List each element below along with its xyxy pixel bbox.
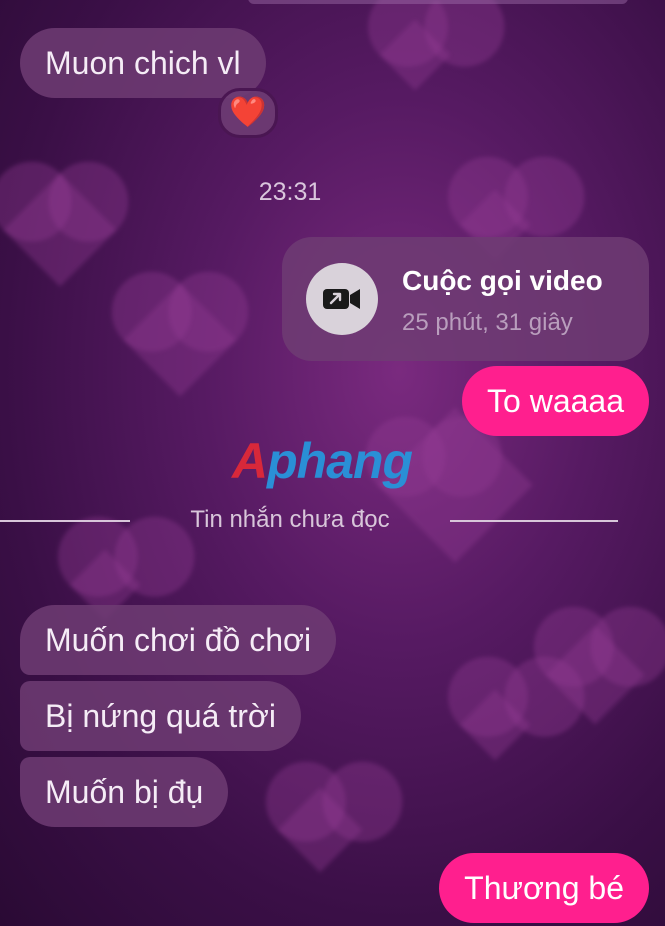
message-text: Muon chich vl (45, 45, 241, 81)
message-text: Bị nứng quá trời (45, 698, 276, 734)
divider-line (450, 520, 618, 522)
incoming-message[interactable]: Muốn bị đụ (20, 757, 229, 827)
message-text: Thương bé (464, 869, 624, 906)
message-text: Muốn chơi đồ chơi (45, 622, 312, 658)
message-text: Muốn bị đụ (45, 774, 204, 810)
incoming-message[interactable]: Muốn chơi đồ chơi (20, 605, 337, 675)
outgoing-message[interactable]: To waaaa (462, 366, 649, 436)
call-title: Cuộc gọi video (402, 265, 603, 296)
background-heart-icon (123, 283, 237, 397)
previous-bubble-edge (248, 0, 628, 4)
watermark-first-letter: A (232, 433, 268, 489)
unread-divider-label: Tin nhắn chưa đọc (190, 506, 390, 533)
chat-screen: Muon chich vl ❤️ 23:31 Cuộc gọi video 25… (0, 0, 665, 926)
incoming-message[interactable]: Muon chich vl (20, 28, 266, 98)
background-heart-icon (459, 689, 531, 761)
call-duration: 25 phút, 31 giây (402, 309, 573, 336)
background-heart-icon (277, 787, 363, 873)
unread-divider: Tin nhắn chưa đọc (0, 506, 620, 536)
outgoing-message[interactable]: Thương bé (439, 853, 649, 923)
heart-reaction-icon[interactable]: ❤️ (218, 88, 278, 138)
message-timestamp: 23:31 (258, 178, 322, 206)
video-call-card[interactable]: Cuộc gọi video 25 phút, 31 giây (282, 237, 649, 361)
reaction-emoji: ❤️ (229, 96, 267, 129)
background-heart-icon (379, 19, 451, 91)
video-call-icon (306, 263, 378, 335)
message-text: To waaaa (487, 382, 624, 419)
watermark-logo: Aphang (232, 432, 413, 490)
divider-line (0, 520, 130, 522)
watermark-rest: phang (267, 433, 413, 489)
incoming-message[interactable]: Bị nứng quá trời (20, 681, 301, 751)
video-camera-icon (323, 289, 360, 309)
